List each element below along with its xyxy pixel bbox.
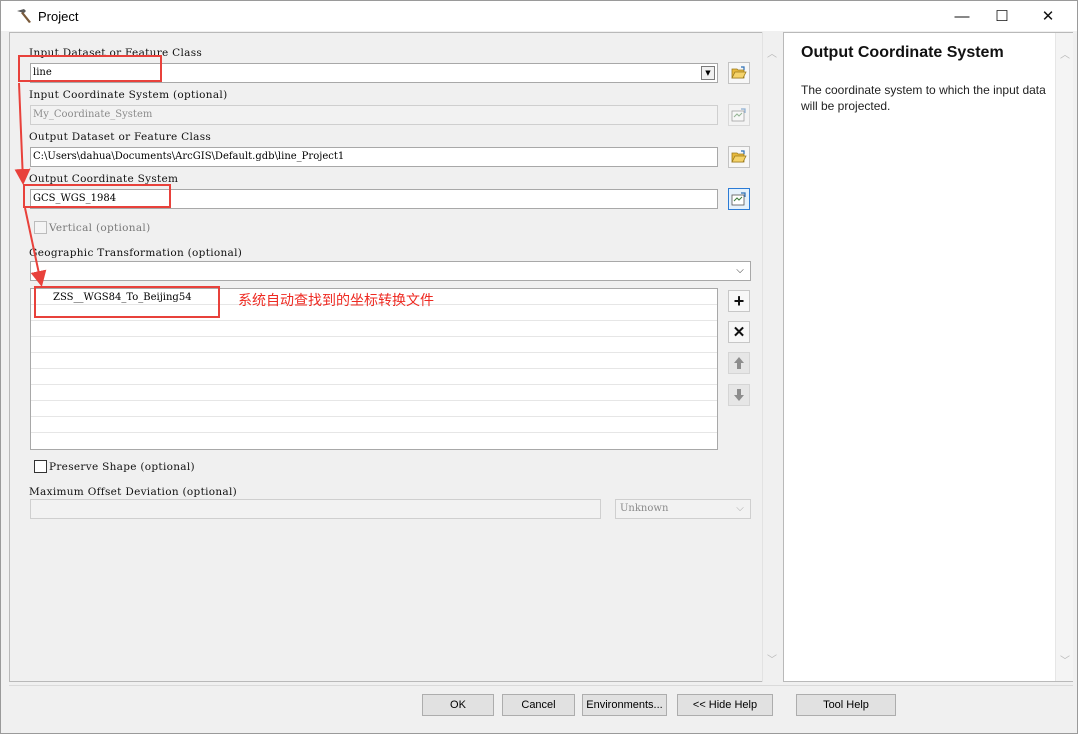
max-offset-label: Maximum Offset Deviation (optional) [29, 486, 238, 498]
preserve-shape-checkbox[interactable] [34, 460, 47, 473]
arrow-up-icon [734, 357, 744, 369]
close-button[interactable]: ✕ [1025, 1, 1071, 31]
hide-help-button[interactable]: << Hide Help [677, 694, 773, 716]
scroll-up-icon[interactable]: ︿ [1059, 51, 1071, 61]
folder-open-icon [731, 150, 747, 163]
scroll-down-icon[interactable]: ﹀ [766, 656, 778, 666]
chevron-down-icon: ⌵ [736, 503, 744, 514]
list-item [31, 353, 717, 369]
help-text: The coordinate system to which the input… [801, 83, 1046, 113]
move-down-button [728, 384, 750, 406]
dropdown-arrow-icon[interactable]: ▼ [701, 66, 715, 80]
scroll-up-icon[interactable]: ︿ [766, 50, 778, 60]
add-transformation-button[interactable]: + [728, 290, 750, 312]
x-icon: ✕ [732, 324, 746, 341]
output-dataset-label: Output Dataset or Feature Class [29, 131, 212, 143]
vertical-label: Vertical (optional) [49, 222, 151, 234]
browse-output-button[interactable] [728, 146, 750, 168]
chevron-down-icon[interactable]: ⌵ [733, 264, 747, 278]
list-item [31, 385, 717, 401]
project-tool-dialog: Project — ☐ ✕ ︿ ﹀ Input Dataset or Featu… [0, 0, 1078, 734]
folder-open-icon [731, 66, 747, 79]
annotation-box-input [18, 55, 162, 82]
preserve-shape-label: Preserve Shape (optional) [49, 461, 195, 473]
list-item [31, 369, 717, 385]
help-title: Output Coordinate System [801, 44, 1004, 61]
coordinate-properties-icon [731, 192, 746, 206]
move-up-button [728, 352, 750, 374]
input-coord-field: My_Coordinate_System [30, 105, 718, 125]
annotation-box-output-coord [23, 184, 171, 208]
title-bar: Project — ☐ ✕ [1, 1, 1077, 31]
tool-help-button[interactable]: Tool Help [796, 694, 896, 716]
parameters-scrollbar[interactable]: ︿ ﹀ [762, 32, 780, 682]
input-coord-label: Input Coordinate System (optional) [29, 89, 228, 101]
environments-button[interactable]: Environments... [582, 694, 667, 716]
maximize-button[interactable]: ☐ [979, 1, 1025, 31]
annotation-text: 系统自动查找到的坐标转换文件 [238, 292, 434, 308]
list-item [31, 401, 717, 417]
output-coord-properties-button[interactable] [728, 188, 750, 210]
remove-transformation-button[interactable]: ✕ [728, 321, 750, 343]
window-title: Project [38, 9, 79, 24]
output-dataset-field[interactable]: C:\Users\dahua\Documents\ArcGIS\Default.… [30, 147, 718, 167]
plus-icon: + [733, 290, 745, 311]
geo-trans-combo[interactable]: ⌵ [30, 261, 751, 281]
arrow-down-icon [734, 389, 744, 401]
help-scrollbar[interactable]: ︿ ﹀ [1055, 33, 1073, 681]
offset-unit-value: Unknown [620, 503, 669, 514]
cancel-button[interactable]: Cancel [502, 694, 575, 716]
list-item [31, 417, 717, 433]
scroll-down-icon[interactable]: ﹀ [1059, 657, 1071, 667]
max-offset-field [30, 499, 601, 519]
coordinate-properties-icon [731, 108, 746, 122]
list-item [31, 433, 717, 449]
input-coord-properties-button [728, 104, 750, 126]
geo-trans-label: Geographic Transformation (optional) [29, 247, 243, 259]
list-item [31, 337, 717, 353]
browse-input-button[interactable] [728, 62, 750, 84]
ok-button[interactable]: OK [422, 694, 494, 716]
annotation-box-transformation [34, 286, 220, 318]
hammer-icon [17, 9, 31, 23]
vertical-checkbox [34, 221, 47, 234]
list-item [31, 321, 717, 337]
offset-unit-select: Unknown ⌵ [615, 499, 751, 519]
help-pane: Output Coordinate System The coordinate … [783, 32, 1073, 682]
